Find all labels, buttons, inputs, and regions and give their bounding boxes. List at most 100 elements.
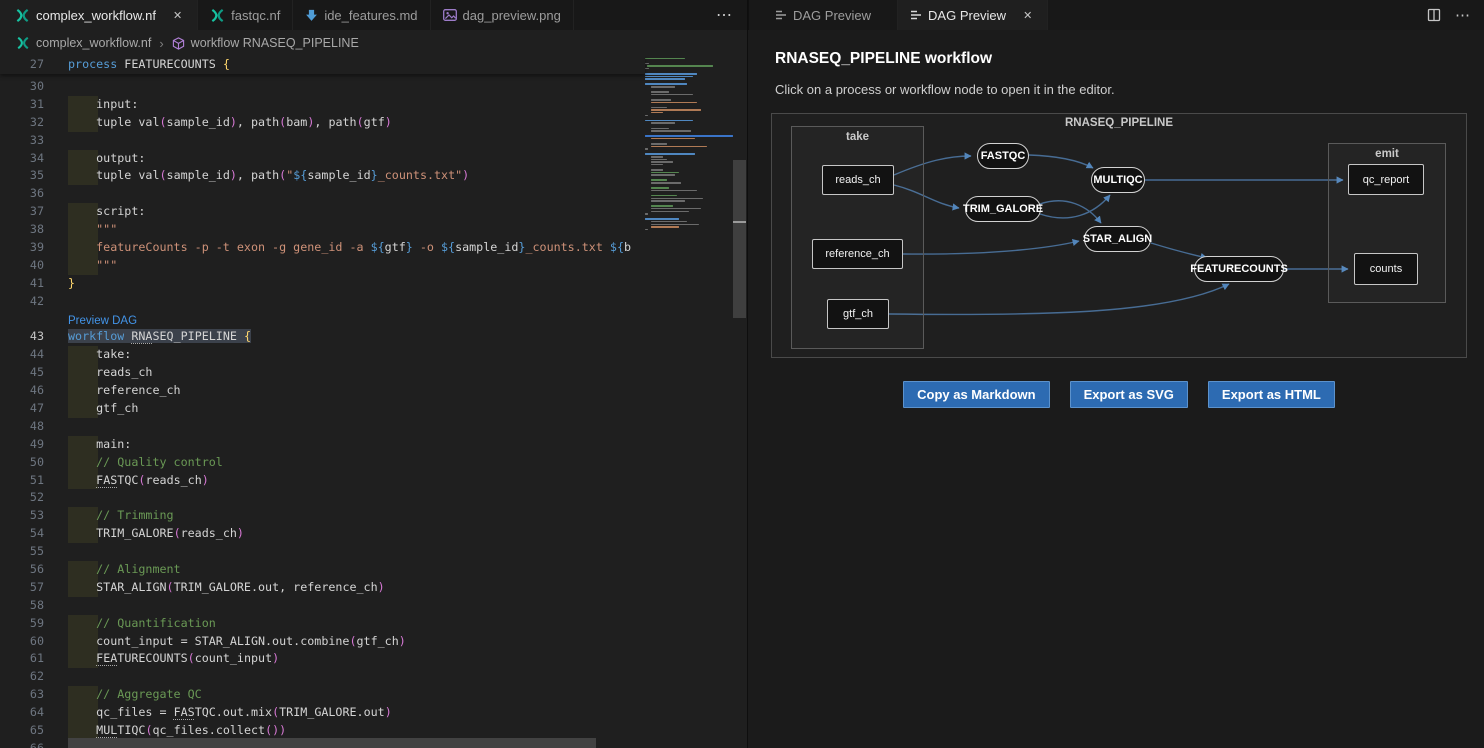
line-number[interactable]: 61 [0,650,44,668]
line-number[interactable]: 43 [0,328,44,346]
code-line[interactable]: 27process FEATURECOUNTS { [0,56,645,74]
line-number[interactable]: 45 [0,364,44,382]
line-number[interactable]: 41 [0,275,44,293]
sticky-scroll-line[interactable]: 27process FEATURECOUNTS { [0,56,645,74]
tab-dag-preview-active[interactable]: DAG Preview ✕ [898,0,1048,30]
code-line[interactable]: 37 script: [0,203,645,221]
code-line[interactable]: 48 [0,418,645,436]
code-line[interactable]: 51 FASTQC(reads_ch) [0,472,645,490]
code-line[interactable]: 53 // Trimming [0,507,645,525]
code-line[interactable]: 45 reads_ch [0,364,645,382]
code-line[interactable]: 58 [0,597,645,615]
code-line[interactable]: 54 TRIM_GALORE(reads_ch) [0,525,645,543]
code-line[interactable]: 64 qc_files = FASTQC.out.mix(TRIM_GALORE… [0,704,645,722]
line-number[interactable]: 66 [0,740,44,748]
code-editor[interactable]: 293031 input:32 tuple val(sample_id), pa… [0,56,748,748]
line-number[interactable]: 59 [0,615,44,633]
code-line[interactable]: 60 count_input = STAR_ALIGN.out.combine(… [0,633,645,651]
close-icon[interactable]: ✕ [1020,8,1035,23]
line-number[interactable]: 44 [0,346,44,364]
line-number[interactable]: 31 [0,96,44,114]
line-number[interactable]: 36 [0,185,44,203]
line-number[interactable]: 38 [0,221,44,239]
code-line[interactable]: 56 // Alignment [0,561,645,579]
vertical-scrollbar[interactable] [733,160,746,318]
line-number[interactable]: 55 [0,543,44,561]
line-number[interactable]: 64 [0,704,44,722]
code-line[interactable]: 39 featureCounts -p -t exon -g gene_id -… [0,239,645,257]
code-line[interactable]: 47 gtf_ch [0,400,645,418]
code-line[interactable]: 38 """ [0,221,645,239]
code-line[interactable]: 59 // Quantification [0,615,645,633]
line-number[interactable]: 50 [0,454,44,472]
code-line[interactable]: 41} [0,275,645,293]
export-as-svg-button[interactable]: Export as SVG [1070,381,1188,408]
line-number[interactable]: 40 [0,257,44,275]
process-node-trim-galore[interactable]: TRIM_GALORE [965,196,1041,222]
channel-node-counts[interactable]: counts [1354,253,1418,285]
line-number[interactable]: 52 [0,489,44,507]
code-line[interactable]: 62 [0,668,645,686]
code-line[interactable]: 34 output: [0,150,645,168]
line-number[interactable]: 46 [0,382,44,400]
tab-overflow-icon[interactable]: ⋯ [700,5,748,25]
tab-ide-features-md[interactable]: ide_features.md [293,0,430,30]
code-line[interactable]: 50 // Quality control [0,454,645,472]
code-line[interactable]: 57 STAR_ALIGN(TRIM_GALORE.out, reference… [0,579,645,597]
line-number[interactable]: 65 [0,722,44,740]
line-number[interactable]: 54 [0,525,44,543]
line-number[interactable]: 30 [0,78,44,96]
code-line[interactable]: 33 [0,132,645,150]
line-number[interactable]: 58 [0,597,44,615]
code-line[interactable]: 30 [0,78,645,96]
tab-fastqc-nf[interactable]: fastqc.nf [198,0,293,30]
more-actions-icon[interactable]: ⋯ [1455,6,1470,24]
breadcrumb-file[interactable]: complex_workflow.nf [36,36,151,50]
close-icon[interactable]: ✕ [170,8,185,23]
code-line[interactable]: 42 [0,293,645,311]
channel-node-qc-report[interactable]: qc_report [1348,164,1424,195]
line-number[interactable]: 51 [0,472,44,490]
line-number[interactable]: 62 [0,668,44,686]
tab-dag-preview-png[interactable]: dag_preview.png [431,0,574,30]
line-number[interactable]: 56 [0,561,44,579]
channel-node-reference-ch[interactable]: reference_ch [812,239,903,269]
line-number[interactable]: 42 [0,293,44,311]
export-as-html-button[interactable]: Export as HTML [1208,381,1335,408]
line-number[interactable]: 57 [0,579,44,597]
line-number[interactable]: 48 [0,418,44,436]
process-node-star-align[interactable]: STAR_ALIGN [1084,226,1151,252]
line-number[interactable]: 49 [0,436,44,454]
code-line[interactable]: 46 reference_ch [0,382,645,400]
process-node-fastqc[interactable]: FASTQC [977,143,1029,169]
process-node-multiqc[interactable]: MULTIQC [1091,167,1145,193]
code-line[interactable]: 36 [0,185,645,203]
code-line[interactable]: 43workflow RNASEQ_PIPELINE { [0,328,645,346]
breadcrumb-symbol[interactable]: workflow RNASEQ_PIPELINE [191,36,359,50]
line-number[interactable]: 27 [0,56,44,74]
codelens-row[interactable]: Preview DAG [0,311,645,329]
tab-dag-preview-inactive[interactable]: DAG Preview [749,0,898,30]
code-line[interactable]: 35 tuple val(sample_id), path("${sample_… [0,167,645,185]
horizontal-scrollbar[interactable] [68,738,596,748]
line-number[interactable]: 32 [0,114,44,132]
tab-complex-workflow-nf[interactable]: complex_workflow.nf ✕ [0,0,198,30]
line-number[interactable]: 47 [0,400,44,418]
copy-as-markdown-button[interactable]: Copy as Markdown [903,381,1049,408]
code-line[interactable]: 49 main: [0,436,645,454]
line-number[interactable]: 60 [0,633,44,651]
line-number[interactable]: 35 [0,167,44,185]
code-line[interactable]: 44 take: [0,346,645,364]
code-line[interactable]: 52 [0,489,645,507]
channel-node-gtf-ch[interactable]: gtf_ch [827,299,889,329]
line-number[interactable]: 39 [0,239,44,257]
minimap[interactable] [645,57,733,237]
line-number[interactable]: 37 [0,203,44,221]
channel-node-reads-ch[interactable]: reads_ch [822,165,894,195]
breadcrumb[interactable]: complex_workflow.nf › workflow RNASEQ_PI… [0,30,748,56]
code-line[interactable]: 32 tuple val(sample_id), path(bam), path… [0,114,645,132]
process-node-featurecounts[interactable]: FEATURECOUNTS [1194,256,1284,282]
split-editor-icon[interactable] [1427,8,1441,22]
code-line[interactable]: 31 input: [0,96,645,114]
code-line[interactable]: 40 """ [0,257,645,275]
